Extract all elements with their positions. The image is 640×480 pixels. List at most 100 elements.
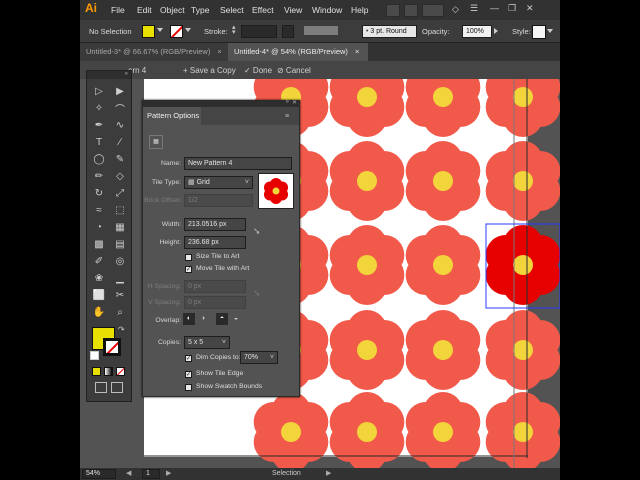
tile-type-dropdown[interactable]: ▦ Grid ˅ [184,176,253,189]
line-tool-icon[interactable]: ∕ [111,134,129,150]
lasso-icon[interactable]: ⌒ [111,100,129,116]
pattern-flower[interactable] [485,57,560,137]
default-colors-icon[interactable] [90,351,99,360]
width-field[interactable]: 213.0516 px [184,218,246,231]
drawing-mode-icon[interactable] [95,382,107,393]
dim-copies-label: Dim Copies to: [196,354,241,361]
symbol-sprayer-icon[interactable]: ❀ [90,270,108,286]
tile-type-label: Tile Type: [151,179,181,186]
copies-dropdown[interactable]: 5 x 5 ˅ [184,336,230,349]
hand-tool-icon[interactable]: ✋ [90,304,108,320]
flower-center [357,87,377,107]
move-tile-label: Move Tile with Art [196,265,250,272]
panel-menu-icon[interactable]: ≡ [285,113,289,120]
show-tile-edge-checkbox[interactable]: ✓ [185,371,192,378]
flower-center [513,422,533,442]
pattern-flower[interactable] [329,57,405,137]
top-in-front-icon[interactable]: ◓ [216,313,228,325]
pattern-flower[interactable] [405,57,481,137]
paintbrush-icon[interactable]: ✎ [111,151,129,167]
pattern-flower[interactable] [329,392,405,472]
zoom-dropdown[interactable]: 54% [82,469,116,479]
gradient-mode-icon[interactable] [104,367,113,376]
pen-tool-icon[interactable]: ✒ [90,117,108,133]
eyedropper-icon[interactable]: ✐ [90,253,108,269]
close-icon[interactable]: ✕ [292,99,297,106]
free-transform-icon[interactable]: ⬚ [111,202,129,218]
shape-builder-icon[interactable]: ◔ [90,219,108,235]
h-spacing-label: H Spacing: [147,283,181,290]
curvature-icon[interactable]: ∿ [111,117,129,133]
dim-copies-dropdown[interactable]: 70% ˅ [240,351,278,364]
direct-selection-tool-icon[interactable]: ▶ [111,83,129,99]
pattern-flower[interactable] [329,310,405,390]
perspective-grid-icon[interactable]: ▦ [111,219,129,235]
pattern-flower[interactable] [253,392,329,472]
bottom-in-front-icon[interactable]: ◒ [230,313,242,325]
brick-offset-dropdown: 1/2 [184,194,253,207]
artboard-number-field[interactable]: 1 [142,469,160,479]
pattern-flower[interactable] [405,141,481,221]
chevron-down-icon: ˅ [221,339,226,346]
gradient-icon[interactable]: ▤ [111,236,129,252]
move-tile-checkbox[interactable]: ✓ [185,266,192,273]
pencil-icon[interactable]: ✏ [90,168,108,184]
pattern-flower[interactable] [405,310,481,390]
size-tile-checkbox[interactable] [185,254,192,261]
none-mode-icon[interactable] [116,367,125,376]
pattern-flower[interactable] [329,225,405,305]
height-value: 236.68 px [188,239,219,246]
flower-center [513,255,533,275]
tools-panel-header[interactable]: » [87,71,131,79]
artboard-tool-icon[interactable]: ⬜ [90,287,108,303]
collapse-icon[interactable]: » [286,99,289,105]
width-icon[interactable]: ≈ [90,202,108,218]
flower-center [513,340,533,360]
rotate-icon[interactable]: ↻ [90,185,108,201]
height-label: Height: [159,239,181,246]
next-artboard-icon[interactable]: ▶ [166,469,171,477]
slice-icon[interactable]: ✂ [111,287,129,303]
show-swatch-bounds-checkbox[interactable] [185,384,192,391]
flower-thumbnail-icon [263,178,289,204]
ellipse-tool-icon[interactable]: ◯ [90,151,108,167]
blend-icon[interactable]: ◎ [111,253,129,269]
pattern-flower[interactable] [405,225,481,305]
thumbnail-flower[interactable] [263,178,289,204]
scale-icon[interactable]: ⤢ [111,185,129,201]
color-mode-icon[interactable] [92,367,101,376]
left-in-front-icon[interactable]: ◐ [183,313,195,325]
magic-wand-icon[interactable]: ✧ [90,100,108,116]
selection-tool-icon[interactable]: ▷ [90,83,108,99]
pattern-flower[interactable] [405,392,481,472]
graph-icon[interactable]: ▁ [111,270,129,286]
tools-panel: » ▷ ▶ ✧ ⌒ ✒ ∿ T ∕ ◯ ✎ ✏ ◇ ↻ ⤢ ≈ ⬚ ◔ ▦ ▩ ▤ ✐ ◎ ❀ ▁ ⬜ ✂ ✋ ⌕ ↷ [86,70,132,402]
selected-flower[interactable] [485,225,560,305]
status-bar: 54% ◀ 1 ▶ Selection ▶ [80,468,560,480]
zoom-tool-icon[interactable]: ⌕ [111,304,129,320]
height-field[interactable]: 236.68 px [184,236,246,249]
stroke-color-box[interactable] [103,338,121,356]
first-artboard-icon[interactable]: ◀ [126,469,131,477]
flower-center [433,87,453,107]
v-spacing-field: 0 px [184,296,246,309]
pattern-flower[interactable] [485,310,560,390]
screen-mode-icon[interactable] [111,382,123,393]
pattern-name-input[interactable]: New Pattern 4 [184,157,292,170]
right-in-front-icon[interactable]: ◑ [197,313,209,325]
h-spacing-value: 0 px [188,283,202,290]
dim-copies-checkbox[interactable]: ✓ [185,355,192,362]
pattern-flower[interactable] [329,141,405,221]
flower-center [357,171,377,191]
copies-label: Copies: [157,339,181,346]
type-tool-icon[interactable]: T [90,134,108,150]
pattern-tile-tool-icon[interactable]: ▦ [149,135,163,149]
swap-colors-icon[interactable]: ↷ [118,325,125,334]
status-arrow-icon[interactable]: ▶ [326,469,331,477]
pattern-flower[interactable] [485,141,560,221]
pattern-thumbnail [258,173,294,209]
eraser-icon[interactable]: ◇ [111,168,129,184]
link-proportions-icon[interactable]: ➘ [253,226,261,237]
pattern-flower[interactable] [485,392,560,472]
mesh-icon[interactable]: ▩ [90,236,108,252]
